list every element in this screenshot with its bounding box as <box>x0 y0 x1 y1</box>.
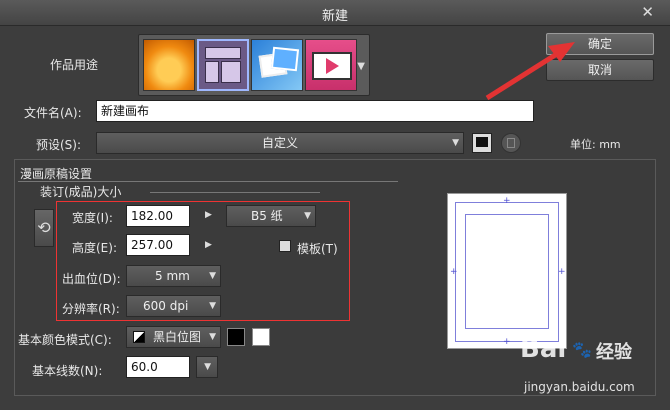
lines-dropdown[interactable]: ▼ <box>196 356 218 378</box>
highlight-box <box>56 201 350 321</box>
watermark-url: jingyan.baidu.com <box>524 380 635 394</box>
chevron-down-icon: ▼ <box>204 362 211 372</box>
delete-preset-icon[interactable] <box>501 133 521 153</box>
preset-label: 预设(S): <box>36 138 82 152</box>
watermark-logo: Bai <box>520 334 567 364</box>
crop-mark-icon: + <box>503 196 511 206</box>
preset-value: 自定义 <box>261 136 298 150</box>
filename-input[interactable]: 新建画布 <box>96 100 534 122</box>
trim-outline <box>465 214 549 329</box>
preset-select[interactable]: 自定义 ▼ <box>96 132 464 154</box>
watermark-logo-jingyan: 经验 <box>596 342 632 363</box>
filename-label: 文件名(A): <box>24 106 82 120</box>
divider <box>18 181 398 182</box>
chevron-down-icon: ▼ <box>209 332 216 342</box>
page-preview: + + + + <box>447 193 567 349</box>
color-mode-label: 基本颜色模式(C): <box>18 333 112 347</box>
lines-input[interactable]: 60.0 <box>126 356 190 378</box>
lines-label: 基本线数(N): <box>32 364 103 378</box>
color-mode-select[interactable]: 黑白位图 ▼ <box>126 326 221 348</box>
section-title: 漫画原稿设置 <box>20 167 93 181</box>
chevron-down-icon: ▼ <box>452 138 459 148</box>
monochrome-icon <box>133 331 145 343</box>
unit-label: 单位: mm <box>570 138 621 151</box>
rotate-orientation-icon[interactable]: ⟲ <box>34 209 54 247</box>
black-color-swatch[interactable] <box>227 328 245 346</box>
crop-mark-icon: + <box>503 337 511 347</box>
save-preset-icon[interactable] <box>472 133 492 153</box>
divider <box>150 192 320 193</box>
white-color-swatch[interactable] <box>252 328 270 346</box>
color-mode-value: 黑白位图 <box>153 330 202 344</box>
baidu-watermark: Bai 🐾 经验 jingyan.baidu.com <box>520 332 660 404</box>
paw-icon: 🐾 <box>572 340 592 359</box>
binding-size-label: 装订(成品)大小 <box>40 185 122 199</box>
crop-mark-icon: + <box>450 267 458 277</box>
crop-mark-icon: + <box>558 267 566 277</box>
